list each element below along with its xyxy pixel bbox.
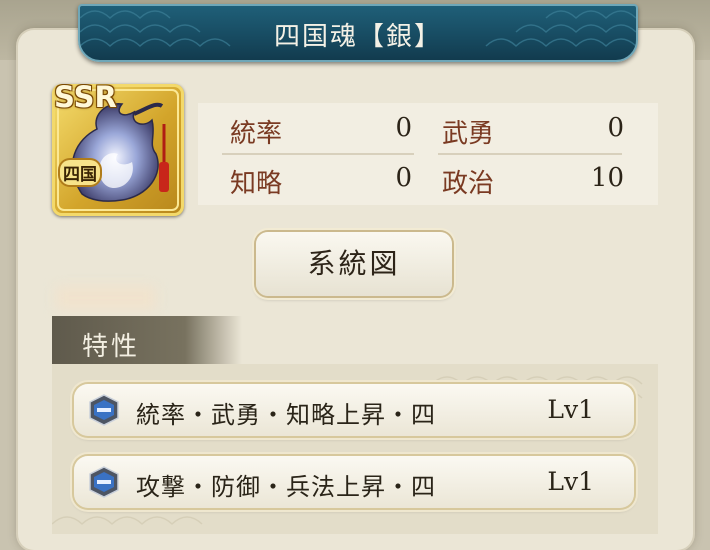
decorative-glow — [56, 286, 156, 310]
trait-shield-icon — [89, 466, 119, 498]
stat-politics-value: 10 — [590, 163, 624, 193]
title-banner: 四国魂【銀】 — [78, 4, 638, 62]
stat-divider — [222, 153, 414, 155]
traits-section-header — [52, 316, 242, 364]
lineage-chart-button[interactable]: 系統図 — [256, 232, 452, 296]
region-emblem: 四国 — [60, 160, 100, 185]
rarity-badge: SSR — [54, 84, 117, 114]
trait-shield-icon — [89, 394, 119, 426]
stat-intellect-label: 知略 — [230, 169, 283, 199]
stat-valor-value: 0 — [607, 113, 624, 143]
trait-item[interactable]: 攻撃・防御・兵法上昇・四 Lv1 — [74, 456, 634, 508]
trait-level: Lv1 — [547, 467, 594, 496]
trait-level: Lv1 — [547, 395, 594, 424]
stat-leadership-label: 統率 — [230, 119, 283, 149]
stat-valor-label: 武勇 — [442, 119, 495, 149]
stat-divider — [438, 153, 622, 155]
stat-politics-label: 政治 — [442, 169, 495, 199]
trait-item[interactable]: 統率・武勇・知略上昇・四 Lv1 — [74, 384, 634, 436]
item-card[interactable]: SSR 四国 — [52, 84, 184, 216]
page-title: 四国魂【銀】 — [273, 22, 442, 52]
stat-leadership-value: 0 — [395, 113, 412, 143]
traits-section-title: 特性 — [82, 332, 141, 362]
stat-intellect-value: 0 — [395, 163, 412, 193]
trait-label: 攻撃・防御・兵法上昇・四 — [136, 473, 436, 501]
trait-label: 統率・武勇・知略上昇・四 — [136, 401, 436, 429]
